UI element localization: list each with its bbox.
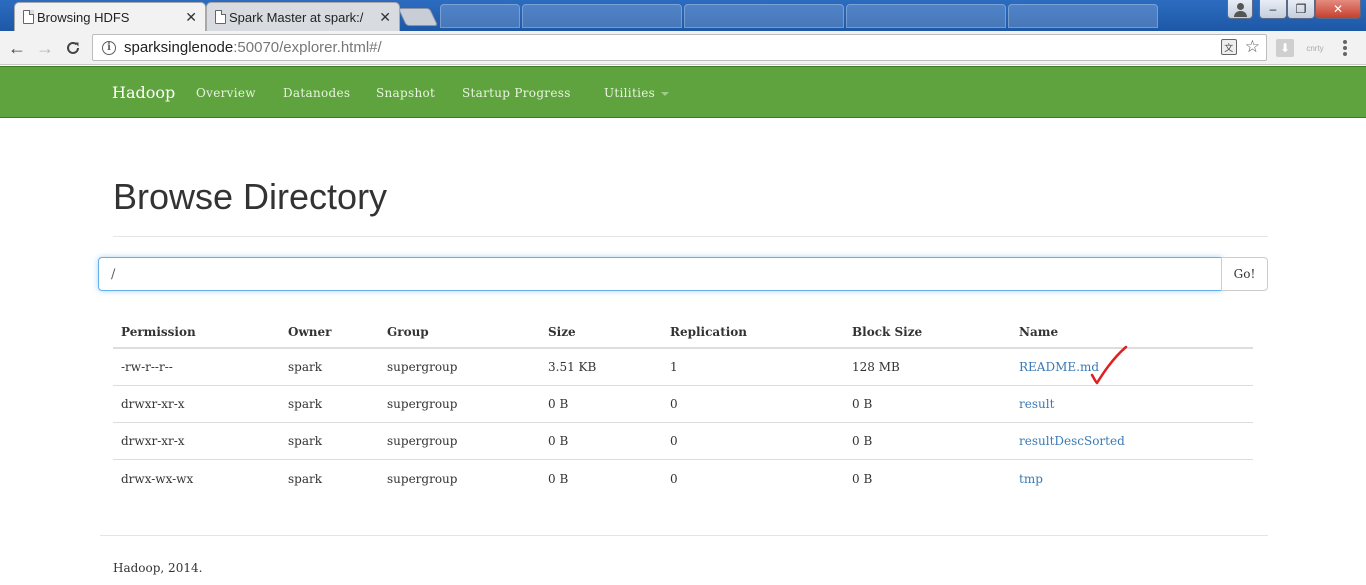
cell-size: 0 B bbox=[548, 471, 569, 486]
nav-utilities[interactable]: Utilities bbox=[604, 86, 670, 100]
table-row: -rw-r--r-- spark supergroup 3.51 KB 1 12… bbox=[113, 349, 1253, 386]
page-viewport: Hadoop Overview Datanodes Snapshot Start… bbox=[0, 66, 1366, 585]
cell-replication: 0 bbox=[670, 471, 678, 486]
cell-group: supergroup bbox=[387, 397, 458, 411]
browser-tab-strip: Browsing HDFS ✕ Spark Master at spark:/ … bbox=[0, 0, 1366, 31]
back-arrow-icon[interactable]: ← bbox=[5, 36, 29, 60]
brand-link[interactable]: Hadoop bbox=[112, 83, 175, 102]
browser-toolbar: ← → i sparksinglenode:50070/explorer.htm… bbox=[0, 31, 1366, 65]
new-tab-button[interactable] bbox=[397, 8, 439, 26]
cell-size: 0 B bbox=[548, 434, 569, 448]
tab-title: Spark Master at spark:/ bbox=[229, 9, 364, 25]
info-icon[interactable]: i bbox=[102, 40, 116, 55]
forward-arrow-icon[interactable]: → bbox=[33, 36, 57, 60]
tab-blurred[interactable] bbox=[846, 4, 1006, 28]
nav-utilities-label: Utilities bbox=[604, 86, 656, 100]
close-icon[interactable]: ✕ bbox=[379, 10, 391, 24]
cell-group: supergroup bbox=[387, 360, 458, 374]
tab-blurred[interactable] bbox=[522, 4, 682, 28]
cell-block-size: 0 B bbox=[852, 397, 873, 411]
extension-icon[interactable]: ⬇ bbox=[1276, 39, 1294, 57]
directory-path-input[interactable] bbox=[98, 257, 1222, 291]
star-icon[interactable]: ☆ bbox=[1245, 38, 1260, 55]
cell-permission: drwxr-xr-x bbox=[121, 434, 185, 448]
tab-blurred[interactable] bbox=[1008, 4, 1158, 28]
tab-spark-master[interactable]: Spark Master at spark:/ ✕ bbox=[206, 2, 400, 31]
cell-replication: 1 bbox=[670, 360, 678, 374]
menu-icon[interactable] bbox=[1343, 40, 1347, 56]
nav-startup-progress[interactable]: Startup Progress bbox=[462, 86, 571, 100]
cell-replication: 0 bbox=[670, 434, 678, 448]
nav-datanodes[interactable]: Datanodes bbox=[283, 86, 350, 100]
hadoop-navbar: Hadoop Overview Datanodes Snapshot Start… bbox=[0, 66, 1366, 118]
profile-icon[interactable] bbox=[1227, 0, 1253, 19]
cell-owner: spark bbox=[288, 434, 323, 448]
header-permission: Permission bbox=[121, 324, 196, 339]
cell-size: 3.51 KB bbox=[548, 360, 597, 374]
dir-link-tmp[interactable]: tmp bbox=[1019, 460, 1043, 497]
footer-text: Hadoop, 2014. bbox=[113, 561, 203, 575]
tab-browsing-hdfs[interactable]: Browsing HDFS ✕ bbox=[14, 2, 206, 31]
address-bar[interactable]: i sparksinglenode:50070/explorer.html#/ … bbox=[92, 34, 1267, 61]
table-header: Permission Owner Group Size Replication … bbox=[113, 316, 1253, 349]
page-icon bbox=[215, 10, 226, 24]
url-text: sparksinglenode:50070/explorer.html#/ bbox=[124, 39, 382, 56]
url-rest: :50070/explorer.html#/ bbox=[233, 39, 382, 56]
cell-permission: drwxr-xr-x bbox=[121, 397, 185, 411]
cell-owner: spark bbox=[288, 397, 323, 411]
divider bbox=[113, 236, 1268, 237]
maximize-button[interactable]: ❐ bbox=[1287, 0, 1315, 19]
header-name: Name bbox=[1019, 324, 1059, 339]
tab-title: Browsing HDFS bbox=[37, 9, 130, 25]
url-host: sparksinglenode bbox=[124, 39, 234, 56]
header-group: Group bbox=[387, 324, 429, 339]
minimize-button[interactable]: – bbox=[1259, 0, 1287, 19]
header-block-size: Block Size bbox=[852, 324, 923, 339]
caret-down-icon bbox=[661, 91, 670, 96]
nav-overview[interactable]: Overview bbox=[196, 86, 256, 100]
close-icon[interactable]: ✕ bbox=[185, 10, 197, 24]
header-owner: Owner bbox=[288, 324, 332, 339]
cell-owner: spark bbox=[288, 360, 323, 374]
divider bbox=[100, 535, 1268, 536]
tab-blurred[interactable] bbox=[440, 4, 520, 28]
table-row: drwx-wx-wx spark supergroup 0 B 0 0 B tm… bbox=[113, 460, 1253, 497]
red-checkmark-annotation-icon bbox=[1090, 345, 1128, 385]
dir-link-result-desc-sorted[interactable]: resultDescSorted bbox=[1019, 423, 1125, 459]
cell-owner: spark bbox=[288, 471, 323, 486]
tab-blurred[interactable] bbox=[684, 4, 844, 28]
cell-replication: 0 bbox=[670, 397, 678, 411]
directory-table: Permission Owner Group Size Replication … bbox=[113, 316, 1253, 497]
page-title: Browse Directory bbox=[113, 176, 388, 217]
cell-group: supergroup bbox=[387, 434, 458, 448]
header-replication: Replication bbox=[670, 324, 748, 339]
file-link-readme[interactable]: README.md bbox=[1019, 349, 1099, 385]
reload-icon[interactable] bbox=[61, 36, 85, 60]
cell-size: 0 B bbox=[548, 397, 569, 411]
table-row: drwxr-xr-x spark supergroup 0 B 0 0 B re… bbox=[113, 386, 1253, 423]
dir-link-result[interactable]: result bbox=[1019, 386, 1054, 422]
cell-permission: drwx-wx-wx bbox=[121, 471, 194, 486]
extension-icon[interactable]: cnrty bbox=[1306, 39, 1324, 57]
table-row: drwxr-xr-x spark supergroup 0 B 0 0 B re… bbox=[113, 423, 1253, 460]
page-icon bbox=[23, 10, 34, 24]
go-button[interactable]: Go! bbox=[1221, 257, 1268, 291]
cell-block-size: 128 MB bbox=[852, 360, 900, 374]
cell-block-size: 0 B bbox=[852, 471, 873, 486]
cell-group: supergroup bbox=[387, 471, 458, 486]
cell-permission: -rw-r--r-- bbox=[121, 360, 173, 374]
close-window-button[interactable]: ✕ bbox=[1315, 0, 1361, 19]
cell-block-size: 0 B bbox=[852, 434, 873, 448]
translate-icon[interactable]: 文 bbox=[1220, 39, 1237, 55]
header-size: Size bbox=[548, 324, 576, 339]
nav-snapshot[interactable]: Snapshot bbox=[376, 86, 435, 100]
